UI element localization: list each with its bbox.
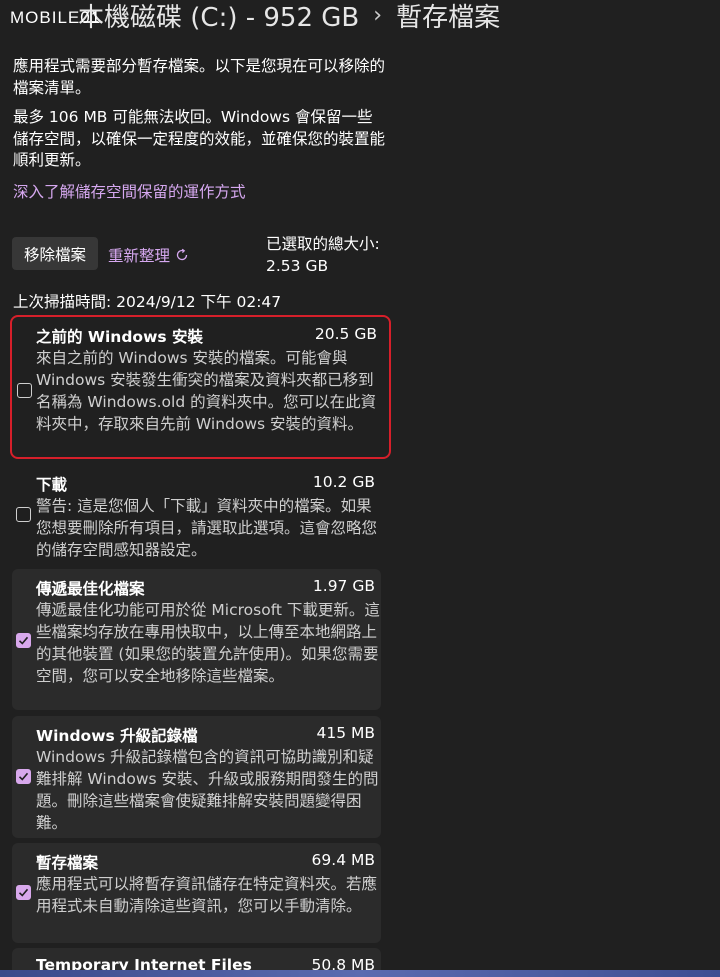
intro-text-1: 應用程式需要部分暫存檔案。以下是您現在可以移除的檔案清單。 — [13, 57, 386, 97]
item-title: 之前的 Windows 安裝 — [36, 328, 204, 346]
item-title: 暫存檔案 — [36, 854, 99, 872]
item-size: 20.5 GB — [314, 325, 377, 343]
item-description: 警告: 這是您個人「下載」資料夾中的檔案。如果您想要刪除所有項目，請選取此選項。… — [36, 497, 378, 559]
learn-more-link[interactable]: 深入了解儲存空間保留的運作方式 — [13, 180, 246, 202]
list-item-downloads[interactable]: 下載 10.2 GB 警告: 這是您個人「下載」資料夾中的檔案。如果您想要刪除所… — [12, 465, 381, 560]
intro-text-2: 最多 106 MB 可能無法收回。Windows 會保留一些儲存空間，以確保一定… — [13, 108, 386, 169]
item-description: 傳遞最佳化功能可用於從 Microsoft 下載更新。這些檔案均存放在專用快取中… — [36, 601, 380, 685]
list-item-previous-windows[interactable]: 之前的 Windows 安裝 20.5 GB 來自之前的 Windows 安裝的… — [10, 315, 391, 459]
item-description: Windows 升級記錄檔包含的資訊可協助識別和疑難排解 Windows 安裝、… — [36, 748, 379, 832]
item-size: 69.4 MB — [311, 851, 375, 869]
selected-total-value: 2.53 GB — [266, 257, 329, 275]
refresh-icon — [175, 248, 189, 262]
item-title: Windows 升級記錄檔 — [36, 727, 198, 745]
item-title: 下載 — [36, 476, 68, 494]
item-description: 應用程式可以將暫存資訊儲存在特定資料夾。若應用程式未自動清除這些資訊，您可以手動… — [36, 875, 378, 915]
taskbar-edge — [0, 970, 720, 977]
checkmark-icon — [18, 772, 29, 781]
watermark-logo: MOBILE01 — [10, 8, 102, 27]
item-description: 來自之前的 Windows 安裝的檔案。可能會與 Windows 安裝發生衝突的… — [36, 349, 377, 433]
checkmark-icon — [18, 636, 29, 645]
checkbox-temp-files[interactable] — [16, 885, 31, 900]
item-size: 1.97 GB — [312, 577, 375, 595]
checkbox-previous-windows[interactable] — [17, 383, 32, 398]
checkmark-icon — [18, 888, 29, 897]
page-title: 暫存檔案 — [396, 3, 501, 33]
list-item-delivery-optimization[interactable]: 傳遞最佳化檔案 1.97 GB 傳遞最佳化功能可用於從 Microsoft 下載… — [12, 569, 381, 710]
selected-total-label: 已選取的總大小: — [266, 235, 380, 253]
list-item-temp-files[interactable]: 暫存檔案 69.4 MB 應用程式可以將暫存資訊儲存在特定資料夾。若應用程式未自… — [12, 843, 381, 943]
remove-files-button[interactable]: 移除檔案 — [12, 237, 98, 270]
refresh-button[interactable]: 重新整理 — [108, 244, 189, 266]
checkbox-delivery-optimization[interactable] — [16, 633, 31, 648]
chevron-right-icon: › — [373, 3, 383, 28]
breadcrumb-drive[interactable]: 本機磁碟 (C:) - 952 GB — [78, 0, 359, 34]
last-scan-time: 上次掃描時間: 2024/9/12 下午 02:47 — [13, 293, 282, 311]
checkbox-downloads[interactable] — [16, 507, 31, 522]
checkbox-upgrade-logs[interactable] — [16, 769, 31, 784]
breadcrumb: 本機磁碟 (C:) - 952 GB › 暫存檔案 — [78, 0, 500, 34]
item-size: 415 MB — [316, 724, 375, 742]
item-size: 10.2 GB — [312, 473, 375, 491]
refresh-label: 重新整理 — [108, 247, 171, 265]
list-item-upgrade-logs[interactable]: Windows 升級記錄檔 415 MB Windows 升級記錄檔包含的資訊可… — [12, 716, 381, 838]
item-title: 傳遞最佳化檔案 — [36, 580, 145, 598]
selected-total: 已選取的總大小: 2.53 GB — [266, 233, 380, 277]
temporary-files-page: MOBILE01 本機磁碟 (C:) - 952 GB › 暫存檔案 應用程式需… — [0, 0, 720, 977]
